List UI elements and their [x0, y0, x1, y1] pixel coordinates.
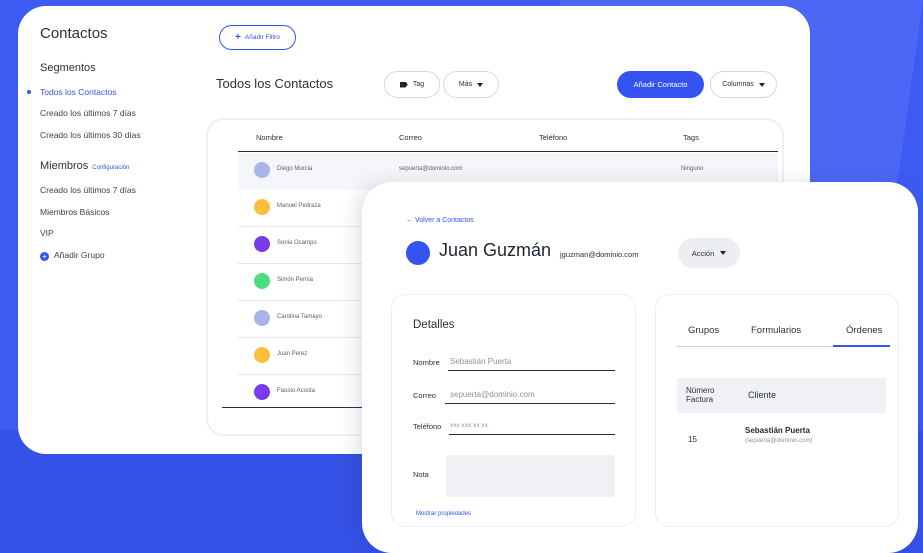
members-heading: Miembros Configuración: [40, 160, 129, 172]
avatar: [254, 310, 270, 326]
orders-table-header: Número Factura Cliente: [677, 378, 886, 413]
plus-icon: +: [40, 252, 49, 261]
sidebar-item-basic-members[interactable]: Miembros Básicos: [40, 207, 109, 217]
columns-dropdown[interactable]: Columnas: [710, 71, 777, 98]
email-field[interactable]: sepuerta@dominio.com: [450, 390, 535, 399]
config-link[interactable]: Configuración: [92, 165, 129, 171]
chevron-down-icon: [477, 82, 484, 87]
name-underline: [448, 370, 615, 371]
details-panel: Detalles Nombre Sebastián Puerta Correo …: [391, 294, 636, 527]
avatar: [254, 347, 270, 363]
avatar: [254, 273, 270, 289]
action-dropdown[interactable]: Acción: [678, 238, 740, 268]
contact-name: Carolina Tamayo: [277, 314, 322, 320]
members-heading-label: Miembros: [40, 160, 89, 172]
phone-underline: [449, 434, 615, 435]
contact-name-title: Juan Guzmán: [439, 240, 552, 260]
name-field[interactable]: Sebastián Puerta: [450, 357, 511, 366]
active-tab-indicator: [833, 345, 890, 347]
arrow-left-icon: ←: [406, 217, 413, 224]
avatar: [254, 236, 270, 252]
contact-email: jguzman@dominio.com: [560, 250, 639, 259]
tab-groups[interactable]: Grupos: [688, 325, 719, 336]
phone-label: Teléfono: [413, 422, 442, 431]
order-client-email: (sepuerta@dominio.com): [745, 438, 813, 444]
page-title: Todos los Contactos: [216, 76, 334, 91]
note-field[interactable]: [446, 455, 615, 497]
segments-heading: Segmentos: [40, 62, 96, 74]
column-header-email[interactable]: Correo: [399, 133, 422, 142]
sidebar-title: Contactos: [40, 25, 108, 42]
active-indicator: [27, 90, 31, 94]
contact-name: Juan Perez: [277, 351, 308, 357]
tag-label: Tag: [412, 81, 425, 88]
column-header-invoice: Número Factura: [686, 386, 715, 404]
columns-label: Columnas: [722, 81, 754, 88]
tag-button[interactable]: Tag: [384, 71, 440, 98]
chevron-down-icon: [720, 251, 727, 255]
plus-icon: +: [235, 32, 241, 43]
more-dropdown[interactable]: Más: [443, 71, 499, 98]
contact-tags: Ninguno: [681, 166, 704, 172]
contact-name: Simón Pernia: [277, 277, 314, 283]
add-filter-button[interactable]: + Añadir Filtro: [219, 25, 296, 50]
add-filter-label: Añadir Filtro: [244, 34, 280, 41]
back-label: Volver a Contactos: [414, 217, 474, 224]
tab-forms[interactable]: Formularios: [751, 325, 801, 336]
sidebar-item-last-7-days[interactable]: Creado los últimos 7 días: [40, 108, 136, 118]
tab-orders[interactable]: Órdenes: [846, 325, 882, 336]
column-header-name[interactable]: Nombre: [256, 133, 283, 142]
sidebar-item-vip[interactable]: VIP: [40, 228, 54, 238]
orders-panel: Grupos Formularios Órdenes Número Factur…: [655, 294, 899, 527]
invoice-number: 15: [688, 435, 697, 444]
add-group-label: Añadir Grupo: [54, 250, 105, 260]
contact-name: Manuel Pedraza: [277, 203, 321, 209]
sidebar-item-last-30-days[interactable]: Creado los últimos 30 días: [40, 130, 141, 140]
contact-name: Sonia Ocampo: [277, 240, 317, 246]
avatar: [406, 241, 430, 265]
header-divider: [238, 151, 778, 152]
column-header-phone[interactable]: Teléfono: [539, 133, 567, 142]
phone-field[interactable]: xxx xxx xx xx: [450, 422, 488, 429]
sidebar-item-members-7-days[interactable]: Creado los últimos 7 días: [40, 185, 136, 195]
column-header-tags[interactable]: Tags: [683, 133, 699, 142]
tag-icon: [399, 81, 408, 88]
contact-detail-card: ← Volver a Contactos Juan Guzmán jguzman…: [362, 182, 918, 553]
email-label: Correo: [413, 391, 436, 400]
name-label: Nombre: [413, 358, 440, 367]
add-contact-button[interactable]: Añadir Contacto: [617, 71, 704, 98]
more-label: Más: [458, 81, 473, 88]
sidebar-item-all-contacts[interactable]: Todos los Contactos: [40, 87, 117, 97]
contact-name: Diego Murcia: [277, 166, 313, 172]
avatar: [254, 199, 270, 215]
order-client-name[interactable]: Sebastián Puerta: [745, 426, 810, 435]
email-underline: [445, 403, 615, 404]
column-header-client: Cliente: [748, 390, 777, 400]
note-label: Nota: [413, 470, 429, 479]
details-title: Detalles: [413, 319, 455, 331]
contact-name: Fausto Acosta: [277, 388, 316, 394]
add-group-button[interactable]: + Añadir Grupo: [40, 250, 105, 261]
chevron-down-icon: [758, 82, 765, 87]
show-properties-link[interactable]: Mostrar propiedades: [416, 511, 471, 517]
action-label: Acción: [691, 248, 715, 258]
avatar: [254, 162, 270, 178]
back-link[interactable]: ← Volver a Contactos: [406, 217, 474, 224]
avatar: [254, 384, 270, 400]
contact-email: sepuerta@dominio.com: [399, 166, 463, 172]
